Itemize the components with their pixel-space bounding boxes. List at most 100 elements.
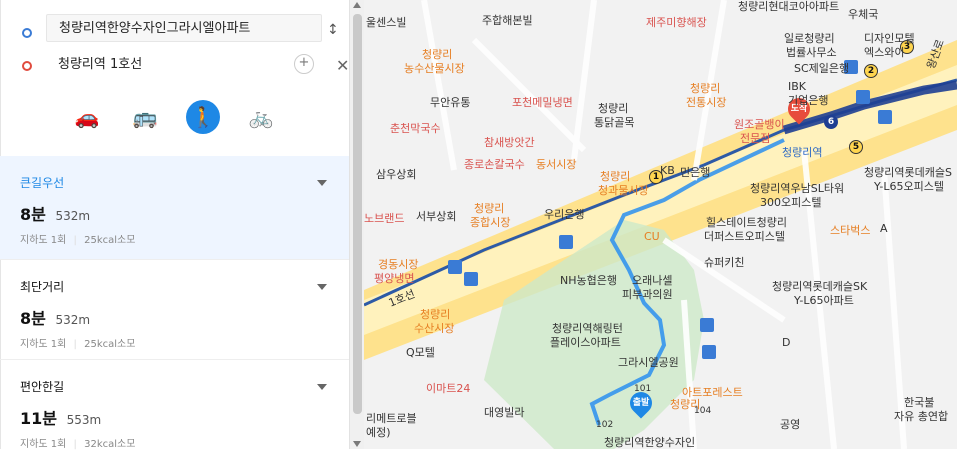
map-label: 서부상회	[416, 210, 457, 223]
map-label: 참새방앗간	[484, 136, 535, 149]
add-waypoint-button[interactable]: +	[294, 54, 314, 74]
chevron-down-icon[interactable]	[317, 284, 327, 290]
map-label: Q모텔	[406, 346, 435, 359]
map-label: KB	[660, 164, 675, 177]
map-label: 102	[596, 420, 614, 430]
map-label: 피부과의원	[622, 288, 673, 301]
route-meta-1: 지하도 1회	[20, 235, 67, 246]
map-label: 제주미향해장	[646, 16, 707, 29]
map-label: 기업은행	[788, 94, 829, 107]
map-label: 슈퍼키친	[704, 256, 745, 269]
bus-stop-icon[interactable]	[700, 318, 714, 332]
route-time: 11분 553m	[20, 405, 349, 429]
route-time-value: 8분	[20, 309, 46, 328]
map-label: 우체국	[848, 8, 879, 21]
travel-modes: 🚗 🚌 🚶 🚲	[0, 96, 349, 136]
start-input[interactable]: 청량리역한양수자인그라시엘아파트	[46, 14, 322, 42]
bus-stop-icon[interactable]	[878, 110, 892, 124]
map-label: D	[782, 336, 791, 349]
walk-icon: 🚶	[190, 105, 216, 129]
map-label: 300오피스텔	[760, 196, 822, 209]
map-label: 주합해본빌	[482, 14, 533, 27]
map-label: 포천메밀냉면	[512, 96, 573, 109]
map-label: NH농협은행	[560, 274, 617, 287]
scroll-down-icon[interactable]	[353, 441, 361, 447]
panel-scrollbar[interactable]	[349, 0, 365, 449]
origin-pin-label: 출발	[632, 398, 650, 408]
chevron-down-icon[interactable]	[317, 180, 327, 186]
route-title: 최단거리	[20, 280, 65, 294]
map-label: 농수산물시장	[404, 62, 465, 75]
map-canvas[interactable]: 도착 출발 1 2 3 5 6 울센스빌 주합해본빌 제주미향해장 청량리현대코…	[364, 0, 957, 449]
route-option-3[interactable]: 편안한길 11분 553m 지하도 1회 | 32kcal소모	[0, 360, 349, 450]
map-label: 더퍼스트오피스텔	[704, 230, 785, 243]
route-meta: 지하도 1회 | 25kcal소모	[20, 231, 349, 246]
map-label: 삼우상회	[376, 168, 417, 181]
car-mode-button[interactable]: 🚗	[70, 100, 104, 134]
bus-stop-icon[interactable]	[856, 90, 870, 104]
map-label: 104	[694, 406, 712, 416]
map-label: 노브랜드	[364, 212, 405, 225]
route-distance: 532m	[55, 209, 91, 223]
end-dot-icon	[22, 61, 32, 71]
route-panel: 청량리역한양수자인그라시엘아파트 청량리역 1호선 + ↕ ✕ 🚗 🚌 🚶 🚲 …	[0, 0, 349, 450]
map-label: 울센스빌	[366, 16, 407, 29]
subway-exit-icon: 5	[849, 140, 863, 154]
map-label: CU	[644, 230, 660, 243]
bus-stop-icon[interactable]	[702, 345, 716, 359]
route-meta-2: 25kcal소모	[84, 339, 136, 350]
map-label: 그라시엘공원	[618, 356, 679, 369]
chevron-down-icon[interactable]	[317, 384, 327, 390]
map-label: 법률사무소	[786, 46, 837, 59]
map-label: Y-L65아파트	[794, 294, 854, 307]
map-label: SC제일은행	[794, 62, 850, 75]
bike-icon: 🚲	[248, 105, 274, 129]
route-meta: 지하도 1회 | 32kcal소모	[20, 435, 349, 450]
map-label: 청량리현대코아아파트	[738, 0, 840, 13]
map-label: 춘천막국수	[390, 122, 441, 135]
map-label: 종합시장	[470, 216, 511, 229]
end-input[interactable]: 청량리역 1호선 +	[46, 51, 322, 79]
map-label: 우리은행	[544, 208, 585, 221]
bus-mode-button[interactable]: 🚌	[128, 100, 162, 134]
scrollbar-thumb[interactable]	[353, 14, 362, 414]
swap-icon[interactable]: ↕	[327, 22, 339, 38]
bus-icon: 🚌	[132, 105, 158, 129]
route-option-2[interactable]: 최단거리 8분 532m 지하도 1회 | 25kcal소모	[0, 260, 349, 360]
walk-mode-button[interactable]: 🚶	[186, 100, 220, 134]
map-label: 공영	[780, 418, 801, 431]
map-label: 동서시장	[536, 158, 577, 171]
scroll-up-icon[interactable]	[353, 2, 361, 8]
bus-stop-icon[interactable]	[448, 260, 462, 274]
meta-separator: |	[73, 339, 77, 350]
map-label: 전문점	[740, 132, 771, 145]
bus-stop-icon[interactable]	[464, 272, 478, 286]
route-time: 8분 532m	[20, 201, 349, 225]
route-meta-2: 32kcal소모	[84, 439, 136, 450]
meta-separator: |	[73, 439, 77, 450]
route-title: 큰길우선	[20, 176, 65, 190]
route-distance: 532m	[55, 313, 91, 327]
end-input-value: 청량리역 1호선	[58, 57, 143, 72]
map-label: 평양냉면	[374, 272, 415, 285]
map-label: 전통시장	[686, 96, 727, 109]
route-time-value: 11분	[20, 409, 57, 428]
route-meta: 지하도 1회 | 25kcal소모	[20, 335, 349, 350]
car-icon: 🚗	[74, 105, 100, 129]
map-label: 무안유통	[430, 96, 471, 109]
route-meta-1: 지하도 1회	[20, 439, 67, 450]
close-icon[interactable]: ✕	[336, 56, 349, 75]
bike-mode-button[interactable]: 🚲	[244, 100, 278, 134]
line-number-icon: 6	[824, 115, 838, 129]
route-meta-1: 지하도 1회	[20, 339, 67, 350]
map-label: 101	[634, 384, 652, 394]
map-label: 종로손칼국수	[464, 158, 525, 171]
route-option-1[interactable]: 큰길우선 8분 532m 지하도 1회 | 25kcal소모	[0, 156, 349, 260]
map-label: 청량리역	[782, 146, 823, 159]
map-label: 자유 총연합	[894, 410, 949, 423]
map-label: 통닭골목	[594, 116, 635, 129]
map-label: 민은행	[680, 166, 711, 179]
map-label: 플레이스아파트	[550, 336, 621, 349]
map-label: 예정)	[366, 426, 391, 439]
bus-stop-icon[interactable]	[559, 235, 573, 249]
